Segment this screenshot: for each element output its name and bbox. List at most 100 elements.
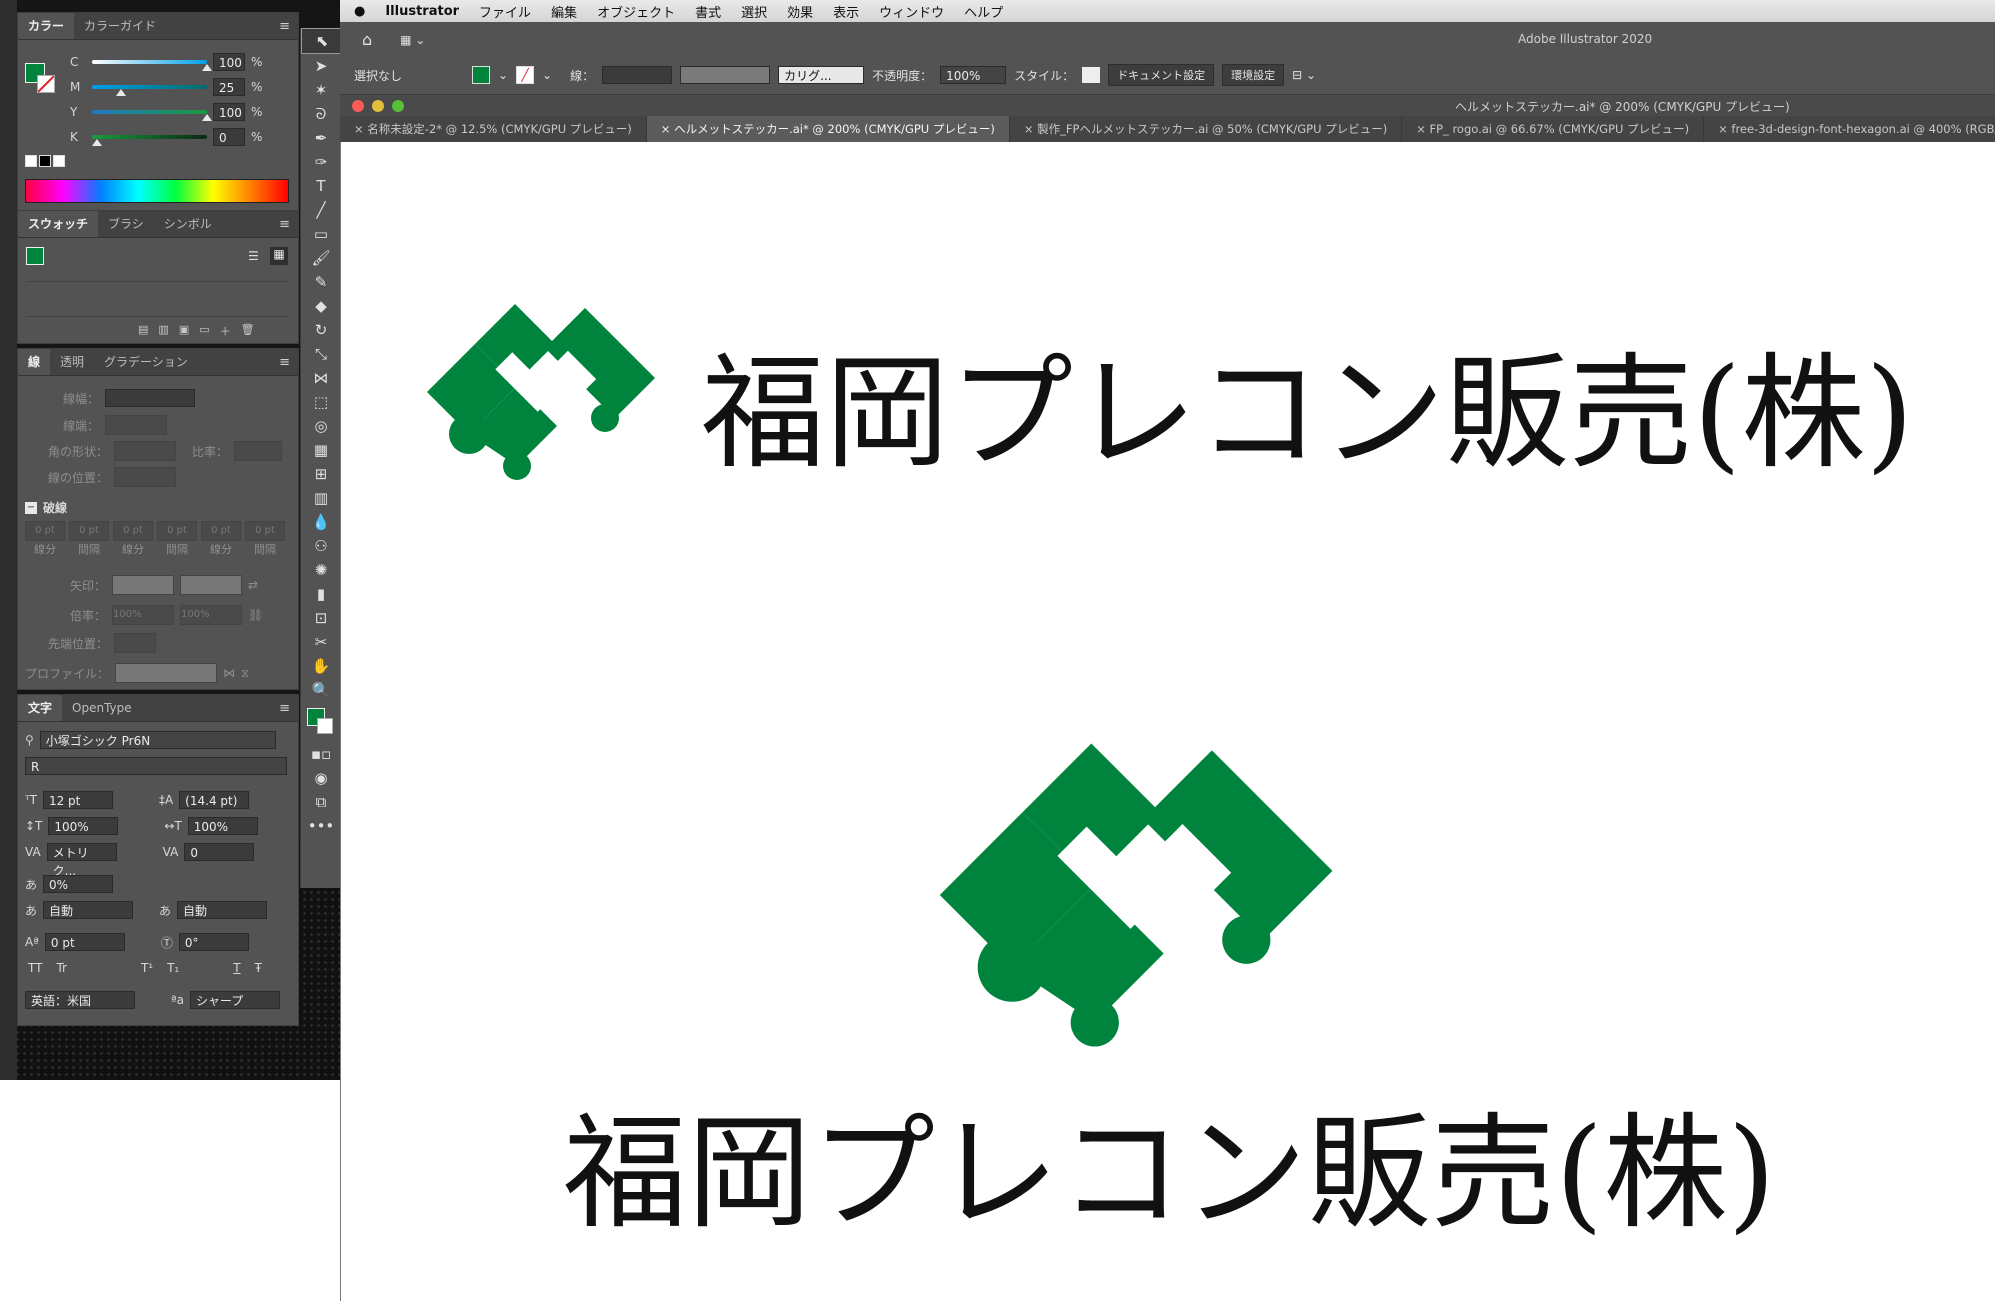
black-slider[interactable] bbox=[92, 135, 207, 146]
tab-transparency[interactable]: 透明 bbox=[50, 349, 94, 375]
arrange-documents-icon[interactable]: ⊟ ⌄ bbox=[1292, 68, 1316, 82]
chevron-down-icon[interactable]: ⌄ bbox=[542, 68, 552, 82]
tab-stroke[interactable]: 線 bbox=[18, 349, 51, 375]
all-caps-button[interactable]: TT bbox=[28, 961, 42, 975]
yellow-slider[interactable] bbox=[92, 110, 212, 121]
document-setup-button[interactable]: ドキュメント設定 bbox=[1108, 64, 1215, 86]
color-mode-icon[interactable]: ▪▫ bbox=[301, 742, 341, 766]
menu-help[interactable]: ヘルプ bbox=[964, 2, 1003, 21]
menu-effect[interactable]: 効果 bbox=[787, 2, 813, 21]
pen-tool-icon[interactable]: ✒ bbox=[301, 126, 341, 150]
subscript-button[interactable]: T₁ bbox=[167, 961, 179, 975]
strikethrough-button[interactable]: Ŧ bbox=[255, 961, 262, 975]
blend-tool-icon[interactable]: ⚇ bbox=[301, 534, 341, 558]
perspective-grid-tool-icon[interactable]: ▦ bbox=[301, 438, 341, 462]
menu-object[interactable]: オブジェクト bbox=[597, 2, 675, 21]
flip-icon[interactable]: ⋈ bbox=[223, 666, 235, 680]
fill-stroke-tool-icon[interactable] bbox=[301, 702, 341, 742]
gradient-tool-icon[interactable]: ▥ bbox=[301, 486, 341, 510]
link-icon[interactable]: ⛓ bbox=[248, 608, 263, 622]
gap-field[interactable]: 0 pt 間隔 bbox=[69, 521, 109, 557]
panel-menu-icon[interactable]: ≡ bbox=[279, 19, 290, 34]
swatch-grid[interactable] bbox=[26, 281, 288, 317]
delete-swatch-icon[interactable]: 🗑 bbox=[241, 323, 255, 339]
home-icon[interactable]: ⌂ bbox=[362, 30, 372, 49]
zoom-window-icon[interactable] bbox=[392, 100, 404, 112]
swap-arrows-icon[interactable]: ⇄ bbox=[248, 578, 258, 592]
document-tab[interactable]: × FP_ rogo.ai @ 66.67% (CMYK/GPU プレビュー) bbox=[1402, 116, 1705, 142]
align-buttons[interactable] bbox=[114, 467, 177, 487]
screen-mode-icon[interactable]: ⧉ bbox=[301, 790, 341, 814]
language-select[interactable]: 英語：米国 bbox=[25, 991, 135, 1009]
vertical-scale-input[interactable]: 100% bbox=[48, 817, 119, 835]
line-tool-icon[interactable]: ╱ bbox=[301, 198, 341, 222]
opacity-input[interactable]: 100% bbox=[940, 66, 1007, 84]
black-value[interactable]: 0 bbox=[213, 128, 245, 146]
menu-window[interactable]: ウィンドウ bbox=[879, 2, 944, 21]
miter-ratio-input[interactable] bbox=[234, 441, 283, 461]
new-group-icon[interactable]: ▭ bbox=[199, 323, 209, 339]
menu-view[interactable]: 表示 bbox=[833, 2, 859, 21]
superscript-button[interactable]: T¹ bbox=[141, 961, 153, 975]
draw-mode-icon[interactable]: ◉ bbox=[301, 766, 341, 790]
corner-buttons[interactable] bbox=[114, 441, 177, 461]
direct-selection-tool-icon[interactable]: ➤ bbox=[301, 54, 341, 78]
none-white-black-swatches[interactable] bbox=[25, 155, 65, 167]
hand-tool-icon[interactable]: ✋ bbox=[301, 654, 341, 678]
tab-opentype[interactable]: OpenType bbox=[62, 695, 142, 721]
panel-menu-icon[interactable]: ≡ bbox=[279, 701, 290, 716]
menu-file[interactable]: ファイル bbox=[479, 2, 531, 21]
list-view-icon[interactable]: ☰ bbox=[248, 249, 259, 263]
swatch-library-icon[interactable]: ▤ bbox=[138, 323, 148, 339]
document-tab[interactable]: × free-3d-design-font-hexagon.ai @ 400% … bbox=[1704, 116, 1995, 142]
collapsed-panel-strip[interactable] bbox=[0, 0, 17, 1080]
yellow-value[interactable]: 100 bbox=[213, 103, 245, 121]
grid-view-icon[interactable]: ▦ bbox=[270, 247, 288, 265]
stroke-color-control[interactable]: ╱ bbox=[516, 66, 535, 84]
gap-field[interactable]: 0 pt 間隔 bbox=[157, 521, 197, 557]
artboard-tool-icon[interactable]: ⊡ bbox=[301, 606, 341, 630]
dashed-checkbox[interactable]: − bbox=[25, 501, 37, 514]
new-swatch-icon[interactable]: ＋ bbox=[220, 323, 231, 339]
curvature-tool-icon[interactable]: ✑ bbox=[301, 150, 341, 174]
company-name-stacked[interactable]: 福岡プレコン販売(株) bbox=[563, 1072, 1776, 1252]
rotate-tool-icon[interactable]: ↻ bbox=[301, 318, 341, 342]
swatch-options-icon[interactable]: ▣ bbox=[179, 323, 189, 339]
profile-select[interactable] bbox=[115, 663, 218, 683]
tab-gradient[interactable]: グラデーション bbox=[94, 349, 198, 375]
eyedropper-tool-icon[interactable]: 💧 bbox=[301, 510, 341, 534]
more-tools-icon[interactable]: ••• bbox=[301, 814, 341, 838]
dash-field[interactable]: 0 pt 線分 bbox=[25, 521, 65, 557]
flip-vertical-icon[interactable]: ⧖ bbox=[241, 666, 249, 681]
none-swatch[interactable] bbox=[25, 155, 37, 167]
type-tool-icon[interactable]: T bbox=[301, 174, 341, 198]
small-caps-button[interactable]: Tr bbox=[56, 961, 67, 975]
white-swatch[interactable] bbox=[53, 155, 65, 167]
stroke-none-swatch[interactable] bbox=[37, 75, 55, 93]
fill-stroke-indicator[interactable] bbox=[25, 63, 55, 93]
rotation-input[interactable]: 0° bbox=[178, 933, 249, 951]
dash-field[interactable]: 0 pt 線分 bbox=[201, 521, 241, 557]
dash-field[interactable]: 0 pt 線分 bbox=[113, 521, 153, 557]
gap-field[interactable]: 0 pt 間隔 bbox=[245, 521, 285, 557]
zoom-tool-icon[interactable]: 🔍 bbox=[301, 678, 341, 702]
chevron-down-icon[interactable]: ⌄ bbox=[498, 68, 508, 82]
kerning-select[interactable]: メトリク... bbox=[46, 843, 117, 878]
paintbrush-tool-icon[interactable]: 🖌 bbox=[301, 246, 341, 270]
magenta-value[interactable]: 25 bbox=[213, 78, 245, 96]
color-spectrum[interactable] bbox=[25, 179, 289, 203]
brush-definition-select[interactable]: カリグ... bbox=[778, 66, 865, 84]
stroke-weight-control[interactable] bbox=[602, 66, 673, 84]
tracking-input[interactable]: 0 bbox=[184, 843, 255, 861]
tab-symbols[interactable]: シンボル bbox=[154, 211, 222, 237]
underline-button[interactable]: T bbox=[233, 961, 240, 975]
arrow-end-scale[interactable]: 100% bbox=[180, 605, 243, 625]
lasso-tool-icon[interactable]: ᘐ bbox=[301, 102, 341, 126]
fill-color-control[interactable] bbox=[472, 66, 490, 84]
workspace-switcher-icon[interactable]: ▦ ⌄ bbox=[400, 33, 425, 47]
font-size-input[interactable]: 12 pt bbox=[42, 791, 113, 809]
font-style-select[interactable]: R bbox=[25, 757, 287, 775]
tip-position-buttons[interactable] bbox=[114, 633, 157, 653]
tab-character[interactable]: 文字 bbox=[18, 695, 63, 721]
cyan-slider[interactable] bbox=[92, 60, 212, 71]
